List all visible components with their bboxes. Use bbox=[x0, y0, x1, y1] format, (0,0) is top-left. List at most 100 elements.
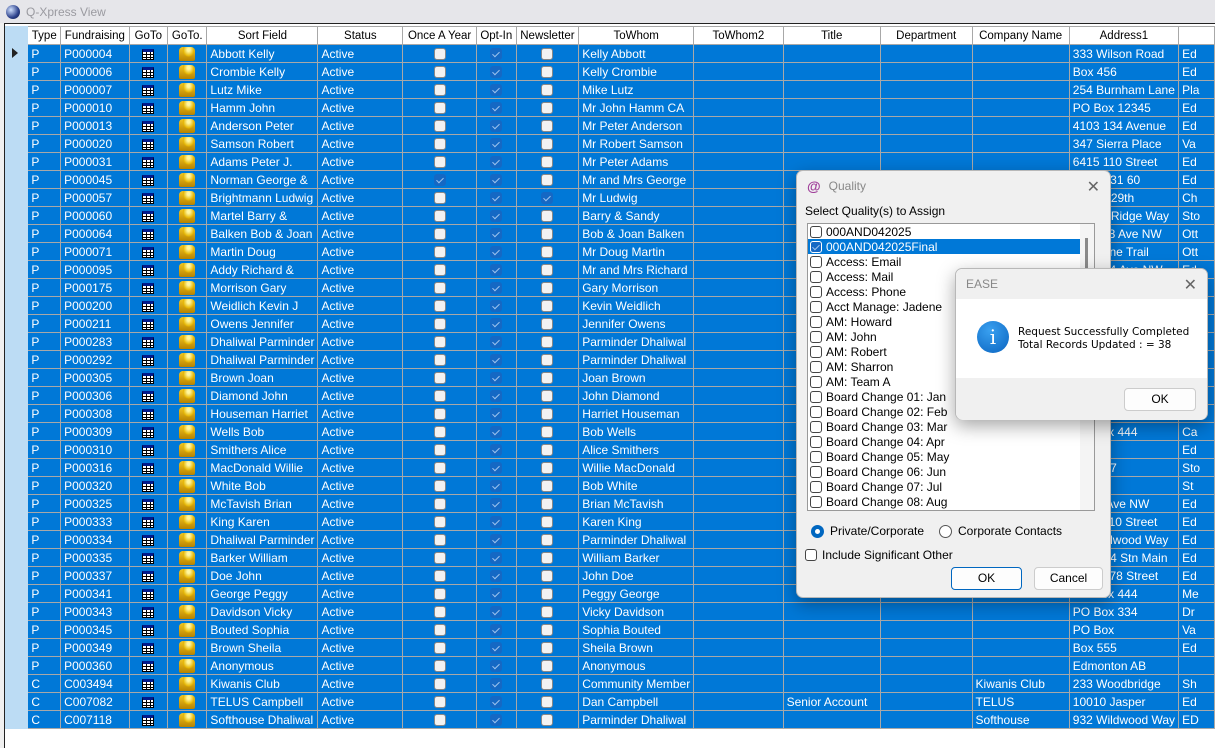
opt-in-checkbox[interactable] bbox=[490, 246, 503, 259]
opt-in-checkbox[interactable] bbox=[490, 372, 503, 385]
checkbox[interactable] bbox=[810, 225, 822, 238]
row-selector[interactable] bbox=[5, 566, 29, 585]
once-a-year-checkbox[interactable] bbox=[433, 66, 446, 79]
checkbox[interactable] bbox=[810, 360, 822, 373]
newsletter-checkbox[interactable] bbox=[541, 48, 554, 61]
coins-icon[interactable] bbox=[179, 352, 196, 367]
newsletter-checkbox[interactable] bbox=[541, 606, 554, 619]
coins-icon[interactable] bbox=[179, 46, 196, 61]
once-a-year-checkbox[interactable] bbox=[433, 282, 446, 295]
table-row[interactable]: P P000006 Crombie Kelly Active Kelly Crombie… bbox=[5, 62, 1215, 81]
opt-in-checkbox[interactable] bbox=[490, 48, 503, 61]
row-selector[interactable] bbox=[5, 80, 29, 99]
newsletter-checkbox[interactable] bbox=[541, 318, 554, 331]
goto-donation-cell[interactable] bbox=[167, 458, 208, 477]
coins-icon[interactable] bbox=[179, 298, 196, 313]
newsletter-checkbox[interactable] bbox=[541, 246, 554, 259]
grid-view-icon[interactable] bbox=[142, 66, 155, 78]
column-header[interactable]: Sort Field bbox=[206, 26, 319, 45]
goto-donation-cell[interactable] bbox=[167, 80, 208, 99]
opt-in-checkbox[interactable] bbox=[490, 480, 503, 493]
radio-button[interactable] bbox=[811, 524, 824, 538]
goto-cell[interactable] bbox=[128, 422, 169, 441]
goto-cell[interactable] bbox=[128, 332, 169, 351]
newsletter-checkbox[interactable] bbox=[541, 588, 554, 601]
table-row[interactable]: C C003494 Kiwanis Club Active Community Memb… bbox=[5, 674, 1215, 693]
opt-in-checkbox[interactable] bbox=[490, 588, 503, 601]
goto-cell[interactable] bbox=[128, 674, 169, 693]
newsletter-checkbox[interactable] bbox=[541, 336, 554, 349]
goto-donation-cell[interactable] bbox=[167, 44, 208, 63]
goto-donation-cell[interactable] bbox=[167, 530, 208, 549]
opt-in-checkbox[interactable] bbox=[490, 516, 503, 529]
row-selector[interactable] bbox=[5, 584, 29, 603]
once-a-year-checkbox[interactable] bbox=[433, 480, 446, 493]
row-selector[interactable] bbox=[5, 656, 29, 675]
once-a-year-checkbox[interactable] bbox=[433, 138, 446, 151]
goto-cell[interactable] bbox=[128, 476, 169, 495]
goto-donation-cell[interactable] bbox=[167, 62, 208, 81]
opt-in-checkbox[interactable] bbox=[490, 642, 503, 655]
column-header[interactable]: Once A Year bbox=[402, 26, 477, 45]
opt-in-checkbox[interactable] bbox=[490, 228, 503, 241]
row-selector[interactable] bbox=[5, 512, 29, 531]
opt-in-checkbox[interactable] bbox=[490, 678, 503, 691]
opt-in-checkbox[interactable] bbox=[490, 426, 503, 439]
coins-icon[interactable] bbox=[179, 676, 196, 691]
once-a-year-checkbox[interactable] bbox=[433, 120, 446, 133]
grid-view-icon[interactable] bbox=[142, 282, 155, 294]
newsletter-checkbox[interactable] bbox=[541, 354, 554, 367]
goto-donation-cell[interactable] bbox=[167, 638, 208, 657]
column-header[interactable]: ToWhom bbox=[578, 26, 695, 45]
coins-icon[interactable] bbox=[179, 442, 196, 457]
coins-icon[interactable] bbox=[179, 208, 196, 223]
once-a-year-checkbox[interactable] bbox=[433, 588, 446, 601]
goto-cell[interactable] bbox=[128, 440, 169, 459]
column-header[interactable]: Type bbox=[27, 26, 62, 45]
row-selector[interactable] bbox=[5, 350, 29, 369]
quality-list-item[interactable]: 000AND042025 bbox=[808, 224, 1094, 239]
opt-in-checkbox[interactable] bbox=[490, 498, 503, 511]
column-header[interactable]: GoTo bbox=[128, 26, 169, 45]
coins-icon[interactable] bbox=[179, 622, 196, 637]
once-a-year-checkbox[interactable] bbox=[433, 570, 446, 583]
row-selector[interactable] bbox=[5, 152, 29, 171]
column-header[interactable]: Title bbox=[782, 26, 881, 45]
coins-icon[interactable] bbox=[179, 82, 196, 97]
opt-in-checkbox[interactable] bbox=[490, 696, 503, 709]
coins-icon[interactable] bbox=[179, 370, 196, 385]
opt-in-checkbox[interactable] bbox=[490, 534, 503, 547]
coins-icon[interactable] bbox=[179, 712, 196, 727]
grid-view-icon[interactable] bbox=[142, 408, 155, 420]
goto-cell[interactable] bbox=[128, 62, 169, 81]
grid-view-icon[interactable] bbox=[142, 606, 155, 618]
goto-cell[interactable] bbox=[128, 206, 169, 225]
opt-in-checkbox[interactable] bbox=[490, 444, 503, 457]
checkbox[interactable] bbox=[810, 240, 822, 253]
newsletter-checkbox[interactable] bbox=[541, 480, 554, 493]
opt-in-checkbox[interactable] bbox=[490, 66, 503, 79]
checkbox[interactable] bbox=[810, 405, 822, 418]
checkbox[interactable] bbox=[810, 330, 822, 343]
newsletter-checkbox[interactable] bbox=[541, 138, 554, 151]
grid-view-icon[interactable] bbox=[142, 516, 155, 528]
table-row[interactable]: C C007118 Softhouse Dhaliwal Active Parminde… bbox=[5, 710, 1215, 729]
grid-view-icon[interactable] bbox=[142, 480, 155, 492]
goto-donation-cell[interactable] bbox=[167, 260, 208, 279]
goto-cell[interactable] bbox=[128, 404, 169, 423]
goto-donation-cell[interactable] bbox=[167, 206, 208, 225]
once-a-year-checkbox[interactable] bbox=[433, 372, 446, 385]
opt-in-checkbox[interactable] bbox=[490, 210, 503, 223]
grid-view-icon[interactable] bbox=[142, 120, 155, 132]
opt-in-checkbox[interactable] bbox=[490, 174, 503, 187]
goto-donation-cell[interactable] bbox=[167, 332, 208, 351]
coins-icon[interactable] bbox=[179, 694, 196, 709]
opt-in-checkbox[interactable] bbox=[490, 462, 503, 475]
column-header[interactable]: GoTo. bbox=[167, 26, 208, 45]
row-selector[interactable] bbox=[5, 98, 29, 117]
newsletter-checkbox[interactable] bbox=[541, 282, 554, 295]
checkbox[interactable] bbox=[810, 435, 822, 448]
goto-cell[interactable] bbox=[128, 368, 169, 387]
goto-cell[interactable] bbox=[128, 692, 169, 711]
grid-view-icon[interactable] bbox=[142, 138, 155, 150]
